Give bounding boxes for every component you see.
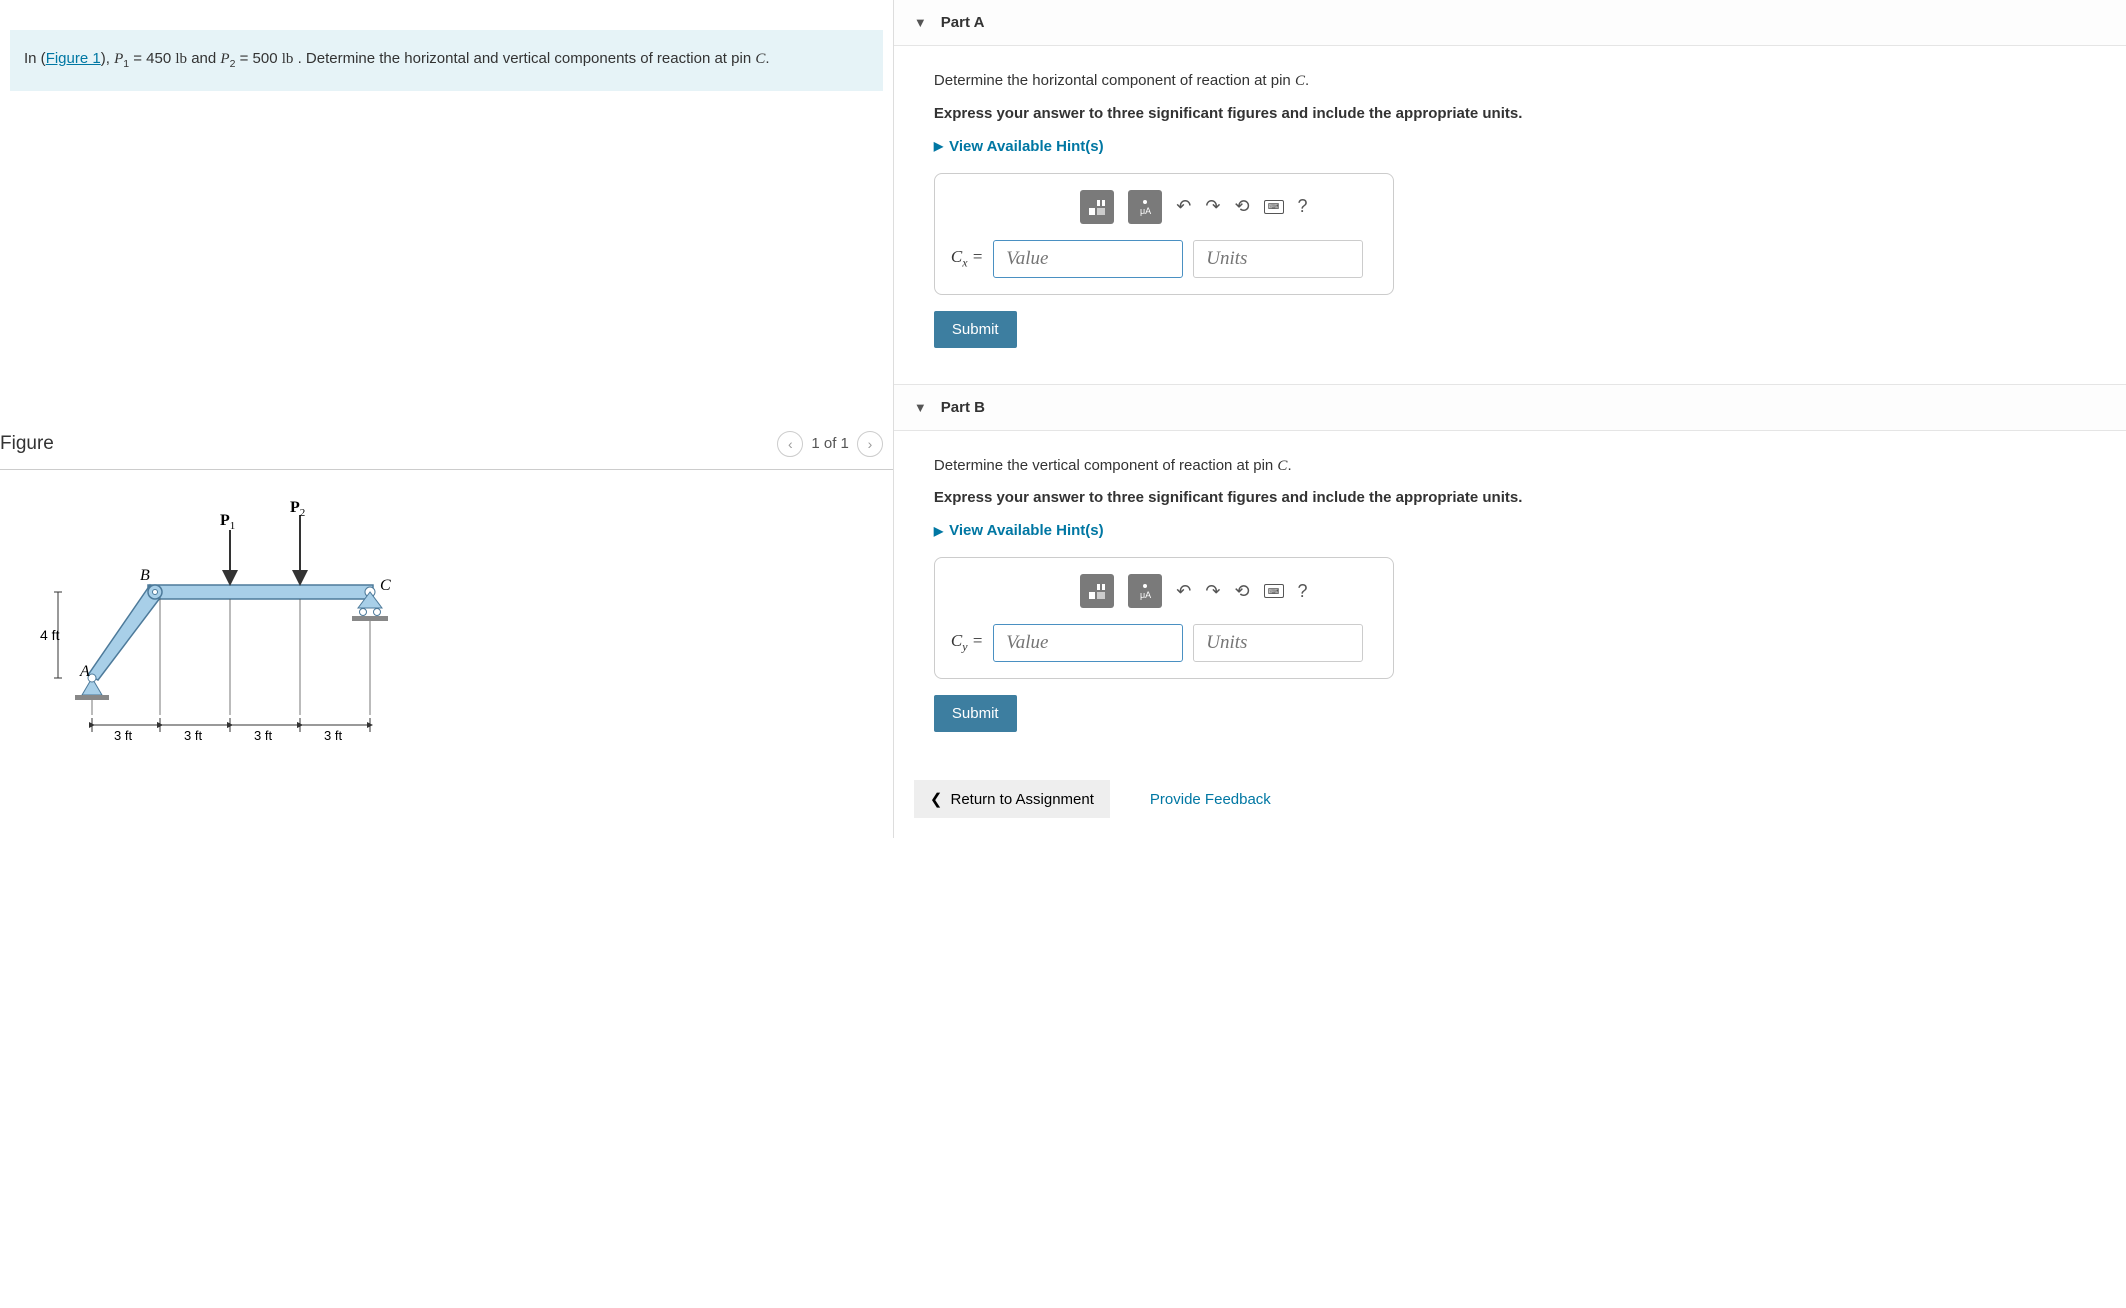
dim-height: 4 ft — [40, 627, 60, 643]
part-a-submit-button[interactable]: Submit — [934, 311, 1017, 348]
undo-icon[interactable]: ↶ — [1176, 581, 1191, 602]
label-P2: P2 — [290, 500, 305, 519]
part-a-question: Determine the horizontal component of re… — [934, 70, 2086, 93]
part-a-value-input[interactable] — [993, 240, 1183, 278]
caret-right-icon: ▶ — [934, 524, 943, 538]
chevron-left-icon: ❮ — [930, 790, 943, 808]
label-B: B — [140, 567, 150, 584]
part-b-value-input[interactable] — [993, 624, 1183, 662]
figure-counter: 1 of 1 — [811, 435, 849, 452]
figure-link[interactable]: Figure 1 — [46, 50, 101, 67]
templates-icon[interactable] — [1080, 574, 1114, 608]
keyboard-icon[interactable]: ⌨ — [1264, 584, 1284, 598]
keyboard-icon[interactable]: ⌨ — [1264, 200, 1284, 214]
figure-next-button[interactable]: › — [857, 431, 883, 457]
part-b-answer-box: μA ↶ ↷ ⟲ ⌨ ? Cy = — [934, 557, 1394, 679]
figure-title: Figure — [0, 433, 54, 455]
label-P1: P1 — [220, 512, 235, 532]
part-b-instruction: Express your answer to three significant… — [934, 489, 2086, 506]
reset-icon[interactable]: ⟲ — [1234, 196, 1249, 217]
svg-text:μA: μA — [1140, 590, 1151, 600]
part-a-units-input[interactable] — [1193, 240, 1363, 278]
part-a-instruction: Express your answer to three significant… — [934, 105, 2086, 122]
figure-prev-button[interactable]: ‹ — [777, 431, 803, 457]
figure-header: Figure ‹ 1 of 1 › — [0, 421, 893, 470]
dim-3: 3 ft — [254, 728, 272, 743]
part-b-variable-label: Cy = — [951, 631, 983, 654]
problem-statement: In (Figure 1), P1 = 450 lb and P2 = 500 … — [10, 30, 883, 91]
undo-icon[interactable]: ↶ — [1176, 196, 1191, 217]
dim-1: 3 ft — [114, 728, 132, 743]
provide-feedback-link[interactable]: Provide Feedback — [1150, 791, 1271, 808]
part-a-toolbar: μA ↶ ↷ ⟲ ⌨ ? — [1011, 190, 1377, 224]
redo-icon[interactable]: ↷ — [1205, 581, 1220, 602]
redo-icon[interactable]: ↷ — [1205, 196, 1220, 217]
help-icon[interactable]: ? — [1298, 581, 1308, 602]
symbols-icon[interactable]: μA — [1128, 574, 1162, 608]
caret-right-icon: ▶ — [934, 139, 943, 153]
part-a-hints-toggle[interactable]: ▶ View Available Hint(s) — [934, 138, 2086, 155]
problem-text: In ( — [24, 50, 46, 67]
label-A: A — [79, 663, 90, 680]
part-b-units-input[interactable] — [1193, 624, 1363, 662]
label-C: C — [380, 577, 391, 594]
dim-4: 3 ft — [324, 728, 342, 743]
part-b-submit-button[interactable]: Submit — [934, 695, 1017, 732]
svg-text:μA: μA — [1140, 206, 1151, 216]
return-button[interactable]: ❮ Return to Assignment — [914, 780, 1110, 818]
symbols-icon[interactable]: μA — [1128, 190, 1162, 224]
dim-2: 3 ft — [184, 728, 202, 743]
figure-diagram: A B C P1 P2 4 ft — [0, 470, 893, 794]
part-b-question: Determine the vertical component of reac… — [934, 455, 2086, 478]
part-a-answer-box: μA ↶ ↷ ⟲ ⌨ ? Cx = — [934, 173, 1394, 295]
part-b-header[interactable]: ▼ Part B — [894, 384, 2126, 431]
part-b-toolbar: μA ↶ ↷ ⟲ ⌨ ? — [1011, 574, 1377, 608]
templates-icon[interactable] — [1080, 190, 1114, 224]
part-a-title: Part A — [941, 14, 985, 31]
help-icon[interactable]: ? — [1298, 196, 1308, 217]
caret-down-icon: ▼ — [914, 15, 927, 30]
part-b-title: Part B — [941, 399, 985, 416]
part-b-body: Determine the vertical component of reac… — [894, 431, 2126, 761]
part-a-variable-label: Cx = — [951, 247, 983, 270]
part-b-hints-toggle[interactable]: ▶ View Available Hint(s) — [934, 522, 2086, 539]
reset-icon[interactable]: ⟲ — [1234, 581, 1249, 602]
footer: ❮ Return to Assignment Provide Feedback — [894, 780, 2126, 818]
part-a-header[interactable]: ▼ Part A — [894, 0, 2126, 46]
part-a-body: Determine the horizontal component of re… — [894, 46, 2126, 376]
caret-down-icon: ▼ — [914, 400, 927, 415]
